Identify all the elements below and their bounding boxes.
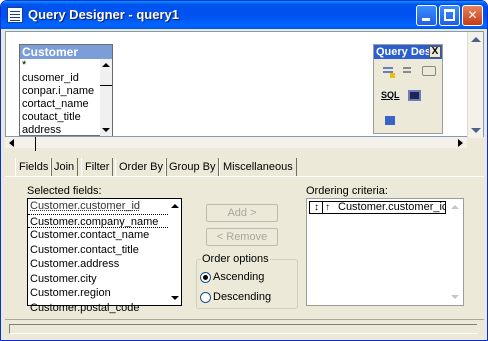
remove-button[interactable]: < Remove — [206, 228, 278, 246]
add-button[interactable]: Add > — [206, 204, 278, 222]
ordering-criteria-grid[interactable]: ↕ ↑ Customer.customer_ic — [306, 198, 464, 306]
list-item[interactable]: Customer.contact_title — [28, 243, 168, 258]
scroll-down-icon[interactable] — [451, 295, 459, 299]
table-column[interactable]: cortact_name — [20, 98, 100, 111]
scroll-down-icon[interactable] — [171, 296, 179, 300]
sql-icon[interactable]: SQL — [381, 89, 400, 103]
maximize-button[interactable] — [439, 5, 460, 26]
table-column[interactable]: * — [20, 59, 100, 72]
selected-fields-list[interactable]: Customer.customer_id Customer.company_na… — [27, 198, 182, 314]
list-item[interactable]: Customer.city — [28, 272, 168, 287]
scroll-up-icon[interactable] — [171, 204, 179, 208]
selected-fields-label: Selected fields: — [27, 185, 102, 197]
list-item[interactable]: Customer.address — [28, 257, 168, 272]
tab-group-by[interactable]: Group By — [165, 158, 220, 176]
close-button[interactable]: ✕ — [462, 5, 483, 26]
remove-table-icon[interactable] — [401, 65, 417, 79]
tab-join[interactable]: Join — [50, 158, 79, 176]
tab-filter[interactable]: Filter — [81, 158, 114, 176]
drag-handle-icon[interactable]: ↕ — [311, 202, 323, 213]
criteria-field[interactable]: Customer.customer_ic — [338, 202, 445, 213]
list-item[interactable]: Customer.region — [28, 286, 168, 301]
status-bar — [5, 319, 484, 337]
scroll-up-icon[interactable] — [451, 205, 459, 209]
splitter[interactable] — [35, 137, 36, 151]
diagram-vertical-scrollbar[interactable] — [467, 32, 483, 138]
diagram-pane[interactable]: Customer * cusomer_id conpar.i_name cort… — [5, 31, 484, 138]
tab-order-by[interactable]: Order By — [115, 158, 168, 176]
fields-scrollbar[interactable] — [169, 199, 181, 305]
list-item[interactable]: Customer.company_name — [28, 213, 168, 228]
scroll-left-icon[interactable] — [9, 139, 14, 147]
list-item[interactable]: Customer.customer_id — [28, 199, 168, 214]
minimize-button[interactable] — [416, 5, 437, 26]
order-options-group: Order options Ascending Descending — [196, 253, 298, 309]
window-title: Query Designer - query1 — [28, 7, 179, 22]
sort-direction-icon[interactable]: ↑ — [325, 202, 335, 213]
ascending-label[interactable]: Ascending — [213, 271, 264, 283]
diagram-horizontal-scrollbar[interactable] — [5, 137, 467, 148]
grid-view-icon[interactable] — [408, 90, 421, 101]
query-designer-window: Query Designer - query1 ✕ Customer * cus… — [0, 0, 488, 341]
query-designer-toolbox[interactable]: Query Des X SQL — [373, 44, 443, 134]
title-bar[interactable]: Query Designer - query1 ✕ — [1, 1, 487, 29]
ordering-criteria-label: Ordering criteria: — [306, 185, 388, 197]
descending-radio[interactable] — [200, 292, 211, 303]
ascending-radio[interactable] — [200, 272, 211, 283]
scroll-right-icon[interactable] — [458, 139, 463, 147]
criteria-row[interactable]: ↕ ↑ Customer.customer_ic — [309, 201, 446, 214]
table-column[interactable]: conpar.i_name — [20, 85, 100, 98]
table-scrollbar[interactable] — [100, 59, 112, 136]
descending-label[interactable]: Descending — [213, 291, 271, 303]
criteria-scrollbar[interactable] — [449, 201, 461, 303]
table-column[interactable]: address — [20, 124, 100, 137]
customer-table-box[interactable]: Customer * cusomer_id conpar.i_name cort… — [19, 44, 113, 136]
join-icon[interactable] — [422, 66, 436, 76]
list-item[interactable]: Customer.contact_name — [28, 228, 168, 243]
toolbox-close-button[interactable]: X — [429, 46, 441, 58]
list-item[interactable]: Customer.postal_code — [28, 301, 168, 316]
add-table-icon[interactable] — [381, 65, 397, 79]
scroll-down-icon[interactable] — [471, 128, 481, 133]
tab-miscellaneous[interactable]: Miscellaneous — [219, 158, 297, 176]
table-column[interactable]: coutact_title — [20, 111, 100, 124]
order-options-label: Order options — [201, 253, 270, 265]
table-name[interactable]: Customer — [20, 45, 112, 59]
app-icon — [7, 7, 23, 23]
tab-fields[interactable]: Fields — [15, 158, 53, 176]
run-query-icon[interactable] — [381, 115, 397, 129]
table-column[interactable]: cusomer_id — [20, 72, 100, 85]
scroll-up-icon[interactable] — [471, 37, 481, 42]
